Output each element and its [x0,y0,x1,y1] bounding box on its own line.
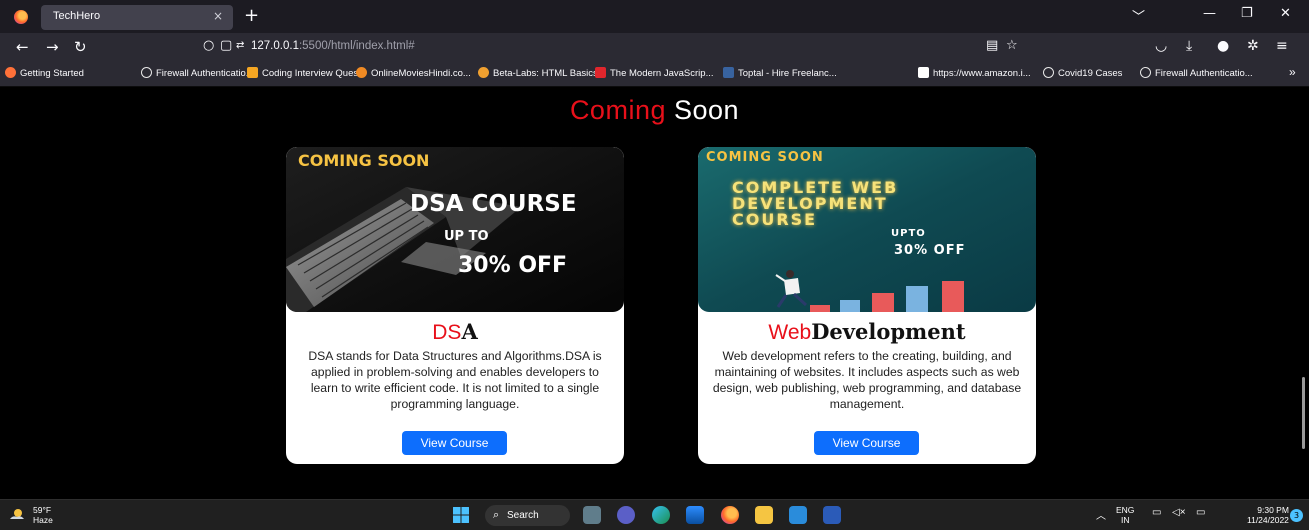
amazon-icon [918,67,929,78]
page-scrollbar[interactable] [1302,377,1305,449]
webdev-banner-line4: UPTO [891,228,926,239]
close-window-icon[interactable]: ✕ [1280,6,1291,21]
firefox-bookmark-icon [5,67,16,78]
globe-icon [141,67,152,78]
reload-icon[interactable]: ↻ [74,38,87,56]
bookmark-item[interactable]: Firewall Authenticatio... [1140,67,1253,79]
dsa-banner-line2: UP TO [444,229,489,244]
page-content: Coming Soon COMING SOON DSA COURSE UP TO… [0,87,1309,499]
bookmark-star-icon[interactable]: ☆ [1006,38,1018,53]
account-icon[interactable]: ● [1217,38,1229,54]
globe-icon [1140,67,1151,78]
view-course-button[interactable]: View Course [402,431,507,455]
card-title: WebDevelopment [768,319,966,344]
bookmark-item[interactable]: Coding Interview Ques... [247,67,366,79]
restore-window-icon[interactable]: ❐ [1241,6,1253,21]
view-course-button[interactable]: View Course [814,431,919,455]
webdev-course-banner: COMING SOON COMPLETE WEB DEVELOPMENT COU… [698,147,1036,312]
url-text[interactable]: 127.0.0.1:5500/html/index.html# [251,40,415,52]
close-tab-icon[interactable]: × [213,9,223,23]
bookmark-item[interactable]: Covid19 Cases [1043,67,1122,79]
back-arrow-icon[interactable]: ← [16,38,29,56]
more-bookmarks-icon[interactable]: » [1289,65,1296,79]
tab-title: TechHero [53,10,101,22]
bookmark-item[interactable]: https://www.amazon.i... [918,67,1031,79]
dsa-banner-line3: 30% OFF [458,253,568,278]
reader-view-icon[interactable]: ▤ [986,38,998,53]
forward-arrow-icon[interactable]: → [46,38,59,56]
card-title: DSA [432,319,478,344]
bookmark-item[interactable]: The Modern JavaScrip... [595,67,714,79]
page-icon[interactable]: ▢ [220,38,232,53]
card-description: DSA stands for Data Structures and Algor… [308,349,602,411]
notification-badge[interactable]: 3 [1290,509,1303,522]
site-favicon-icon [723,67,734,78]
firefox-logo-icon[interactable] [14,10,28,24]
bookmark-item[interactable]: Getting Started [5,67,84,79]
weather-haze-icon[interactable] [8,506,26,524]
site-favicon-icon [356,67,367,78]
url-bar[interactable]: ○ ▢ ⇄ 127.0.0.1:5500/html/index.html# ▤ … [196,36,1023,58]
vscode-icon[interactable] [789,506,807,524]
dsa-course-banner: COMING SOON DSA COURSE UP TO 30% OFF [286,147,624,312]
volume-muted-icon[interactable]: ◁× [1172,507,1186,518]
site-favicon-icon [595,67,606,78]
minimize-window-icon[interactable]: — [1203,6,1216,21]
browser-nav-bar: ← → ↻ ○ ▢ ⇄ 127.0.0.1:5500/html/index.ht… [0,33,1309,61]
store-icon[interactable] [686,506,704,524]
task-view-icon[interactable] [583,506,601,524]
browser-tab-techhero[interactable]: TechHero × [41,5,233,30]
firefox-taskbar-icon[interactable] [721,506,739,524]
browser-tab-bar: TechHero × + ﹀ — ❐ ✕ [0,0,1309,33]
edge-icon[interactable] [652,506,670,524]
teams-chat-icon[interactable] [617,506,635,524]
system-clock[interactable]: 9:30 PM 11/24/2022 [1247,505,1289,525]
windows-start-icon[interactable] [452,506,470,524]
section-title: Coming Soon [569,95,740,125]
course-card-web-development: COMING SOON COMPLETE WEB DEVELOPMENT COU… [698,147,1036,464]
bookmark-item[interactable]: Toptal - Hire Freelanc... [723,67,837,79]
new-tab-button[interactable]: + [244,5,259,26]
bookmark-item[interactable]: OnlineMoviesHindi.co... [356,67,471,79]
course-card-dsa: COMING SOON DSA COURSE UP TO 30% OFF DSA… [286,147,624,464]
webdev-banner-line5: 30% OFF [894,243,966,258]
bookmarks-bar: Getting Started Firewall Authenticatio..… [0,61,1309,87]
weather-widget[interactable]: 59°F Haze [33,505,53,525]
language-indicator[interactable]: ENG IN [1116,505,1134,525]
show-hidden-icons-icon[interactable]: ︿ [1096,507,1106,522]
extensions-icon[interactable]: ✲ [1247,38,1259,54]
globe-icon [1043,67,1054,78]
card-description: Web development refers to the creating, … [712,349,1022,411]
dsa-banner-line1: DSA COURSE [410,191,577,217]
download-icon[interactable]: ⤓ [1186,38,1192,54]
network-icon[interactable]: ▭ [1152,507,1161,518]
webdev-badge: COMING SOON [706,150,824,165]
word-icon[interactable] [823,506,841,524]
dsa-badge: COMING SOON [298,151,430,170]
permissions-icon[interactable]: ⇄ [236,40,244,51]
pocket-icon[interactable]: ◡ [1155,38,1167,54]
bookmark-item[interactable]: Firewall Authenticatio... [141,67,254,79]
menu-icon[interactable]: ≡ [1276,38,1288,54]
search-icon: ⌕ [493,509,500,521]
taskbar-search[interactable]: ⌕ Search [485,505,570,526]
shield-icon[interactable]: ○ [203,38,214,53]
webdev-banner-graphic [698,147,1036,312]
list-all-tabs-icon[interactable]: ﹀ [1132,6,1145,25]
bookmark-item[interactable]: Beta-Labs: HTML Basics [478,67,598,79]
webdev-banner-line3: COURSE [732,210,818,229]
windows-taskbar: 59°F Haze ⌕ Search ︿ ENG IN ▭ ◁× ▭ 9:30 … [0,499,1309,530]
battery-icon[interactable]: ▭ [1196,507,1205,518]
site-favicon-icon [478,67,489,78]
site-favicon-icon [247,67,258,78]
file-explorer-icon[interactable] [755,506,773,524]
